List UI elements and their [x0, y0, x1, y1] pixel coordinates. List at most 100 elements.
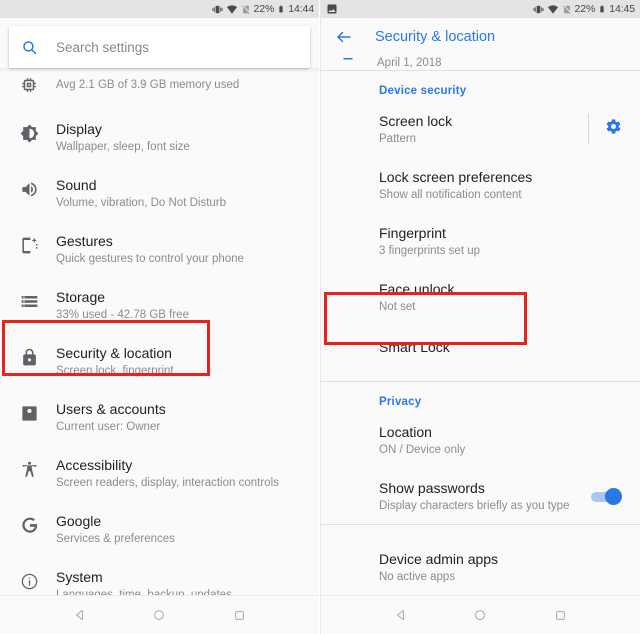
list-item-subtitle: Wallpaper, sleep, font size [56, 141, 190, 153]
list-item-title: Google [56, 513, 102, 529]
list-item-security-and-location[interactable]: Security & location Screen lock, fingerp… [0, 332, 319, 388]
recents-icon[interactable] [540, 596, 580, 634]
list-item-subtitle: 3 fingerprints set up [379, 245, 481, 257]
list-item-title: System [56, 569, 103, 585]
left-status-bar: 22% 14:44 [0, 0, 319, 18]
list-item-title: Sound [56, 177, 97, 193]
list-item-title: Gestures [56, 233, 113, 249]
info-icon [14, 565, 44, 591]
list-item-google[interactable]: Google Services & preferences [0, 500, 319, 556]
list-item-gestures[interactable]: Gestures Quick gestures to control your … [0, 220, 319, 276]
no-sim-icon [241, 4, 251, 15]
list-item-title: Location [379, 424, 432, 440]
status-notification-area [326, 3, 533, 15]
status-system-icons: 22% 14:44 [211, 3, 314, 15]
wifi-icon [547, 4, 559, 15]
right-status-bar: 22% 14:45 [321, 0, 640, 18]
settings-list[interactable]: Avg 2.1 GB of 3.9 GB memory used Display… [0, 18, 319, 612]
screenshot-icon [326, 3, 338, 15]
gear-icon[interactable] [605, 118, 622, 140]
right-phone-screen: 22% 14:45 Security & location April 1, 2… [320, 0, 640, 634]
arrow-back-icon[interactable] [335, 28, 353, 46]
list-item-subtitle: Screen lock, fingerprint [56, 365, 174, 377]
list-item-show-passwords[interactable]: Show passwords Display characters briefl… [321, 468, 640, 524]
list-item-smart-lock[interactable]: Smart Lock [321, 325, 640, 381]
list-item-subtitle: No active apps [379, 571, 456, 583]
list-item-subtitle: April 1, 2018 [377, 57, 442, 69]
battery-icon [598, 3, 606, 15]
left-phone-screen: 22% 14:44 Avg 2.1 GB of 3.9 GB memory us… [0, 0, 320, 634]
vibrate-icon [211, 4, 223, 15]
list-item-accessibility[interactable]: Accessibility Screen readers, display, i… [0, 444, 319, 500]
lock-icon [14, 341, 44, 367]
update-icon [335, 56, 365, 62]
search-bar[interactable]: Search settings [9, 26, 310, 68]
list-item-subtitle: Avg 2.1 GB of 3.9 GB memory used [56, 79, 240, 91]
list-item-face-unlock[interactable]: Face unlock Not set [321, 269, 640, 325]
list-item-title: Device admin apps [379, 551, 499, 567]
list-item-display[interactable]: Display Wallpaper, sleep, font size [0, 108, 319, 164]
volume-icon [14, 173, 44, 199]
list-item-sound[interactable]: Sound Volume, vibration, Do Not Disturb [0, 164, 319, 220]
dual-screenshot: 22% 14:44 Avg 2.1 GB of 3.9 GB memory us… [0, 0, 640, 634]
gestures-icon [14, 229, 44, 255]
security-settings-list[interactable]: April 1, 2018 Device security Screen loc… [321, 56, 640, 595]
list-item-fingerprint[interactable]: Fingerprint 3 fingerprints set up [321, 213, 640, 269]
status-system-icons: 22% 14:45 [532, 3, 635, 15]
search-icon [21, 39, 38, 56]
list-item-memory-partial[interactable]: Avg 2.1 GB of 3.9 GB memory used [0, 76, 319, 108]
list-item-title: Fingerprint [379, 225, 446, 241]
show-passwords-toggle[interactable] [591, 487, 622, 505]
page-title: Security & location [375, 29, 496, 45]
list-item-subtitle: 33% used - 42.78 GB free [56, 309, 189, 321]
list-item-subtitle: Not set [379, 301, 416, 313]
back-icon[interactable] [60, 596, 100, 634]
divider [588, 114, 589, 144]
list-item-security-update-partial[interactable]: April 1, 2018 [321, 56, 640, 70]
screen-lock-settings-control[interactable] [588, 114, 626, 144]
accessibility-icon [14, 453, 44, 479]
list-item-lock-screen-preferences[interactable]: Lock screen preferences Show all notific… [321, 157, 640, 213]
list-item-subtitle: Display characters briefly as you type [379, 500, 570, 512]
clock-label: 14:45 [609, 3, 635, 15]
list-item-title: Show passwords [379, 480, 485, 496]
person-icon [14, 397, 44, 423]
list-item-title: Users & accounts [56, 401, 166, 417]
section-header-privacy: Privacy [379, 396, 422, 408]
list-item-storage[interactable]: Storage 33% used - 42.78 GB free [0, 276, 319, 332]
home-icon[interactable] [460, 596, 500, 634]
list-item-title: Accessibility [56, 457, 133, 473]
list-item-title: Storage [56, 289, 106, 305]
toggle-knob [605, 487, 622, 505]
list-item-device-admin-apps[interactable]: Device admin apps No active apps [321, 539, 640, 595]
list-item-users-and-accounts[interactable]: Users & accounts Current user: Owner [0, 388, 319, 444]
back-icon[interactable] [381, 596, 421, 634]
recents-icon[interactable] [219, 596, 259, 634]
home-icon[interactable] [139, 596, 179, 634]
search-input[interactable]: Search settings [56, 40, 149, 55]
show-passwords-control[interactable] [591, 487, 626, 505]
list-item-title: Smart Lock [379, 339, 450, 355]
list-item-location[interactable]: Location ON / Device only [321, 412, 640, 468]
right-navigation-bar[interactable] [321, 595, 640, 634]
list-item-subtitle: Current user: Owner [56, 421, 161, 433]
list-item-title: Lock screen preferences [379, 169, 533, 185]
list-item-subtitle: Pattern [379, 133, 417, 145]
list-item-title: Display [56, 121, 102, 137]
list-item-subtitle: Services & preferences [56, 533, 175, 545]
battery-percent-label: 22% [574, 3, 596, 15]
list-item-title: Face unlock [379, 281, 455, 297]
brightness-icon [14, 117, 44, 143]
left-navigation-bar[interactable] [0, 595, 319, 634]
app-bar: Security & location [321, 18, 640, 56]
vibrate-icon [532, 4, 544, 15]
memory-icon [14, 76, 44, 94]
list-item-subtitle: Quick gestures to control your phone [56, 253, 244, 265]
list-item-title: Security & location [56, 345, 172, 361]
list-item-screen-lock[interactable]: Screen lock Pattern [321, 101, 640, 157]
google-icon [14, 509, 44, 535]
clock-label: 14:44 [288, 3, 314, 15]
list-item-subtitle: Screen readers, display, interaction con… [56, 477, 279, 489]
list-item-subtitle: Show all notification content [379, 189, 522, 201]
battery-percent-label: 22% [253, 3, 275, 15]
